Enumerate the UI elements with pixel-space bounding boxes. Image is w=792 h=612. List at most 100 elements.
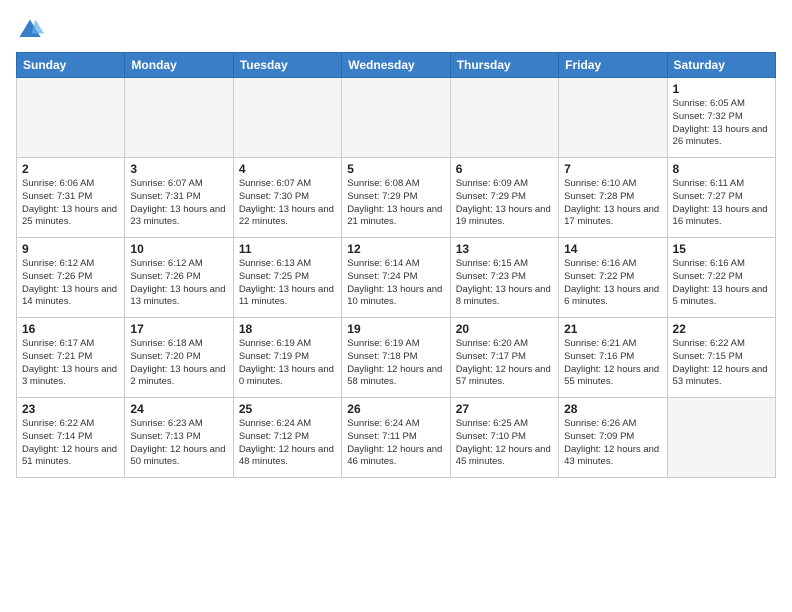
day-number: 2 [22, 162, 119, 176]
day-number: 10 [130, 242, 227, 256]
calendar-cell: 23 Sunrise: 6:22 AM Sunset: 7:14 PM Dayli… [17, 398, 125, 478]
logo [16, 16, 48, 44]
day-number: 27 [456, 402, 553, 416]
calendar-cell [125, 78, 233, 158]
weekday-header-wednesday: Wednesday [342, 53, 450, 78]
calendar-cell: 8 Sunrise: 6:11 AM Sunset: 7:27 PM Daylig… [667, 158, 775, 238]
day-number: 1 [673, 82, 770, 96]
calendar-cell: 7 Sunrise: 6:10 AM Sunset: 7:28 PM Daylig… [559, 158, 667, 238]
day-info: Sunrise: 6:22 AM Sunset: 7:14 PM Dayligh… [22, 418, 119, 469]
calendar-cell: 27 Sunrise: 6:25 AM Sunset: 7:10 PM Dayli… [450, 398, 558, 478]
day-number: 28 [564, 402, 661, 416]
day-info: Sunrise: 6:08 AM Sunset: 7:29 PM Dayligh… [347, 178, 444, 229]
calendar-cell: 5 Sunrise: 6:08 AM Sunset: 7:29 PM Daylig… [342, 158, 450, 238]
calendar-cell: 2 Sunrise: 6:06 AM Sunset: 7:31 PM Daylig… [17, 158, 125, 238]
day-info: Sunrise: 6:23 AM Sunset: 7:13 PM Dayligh… [130, 418, 227, 469]
calendar-cell: 14Sunrise: 6:16 AM Sunset: 7:22 PM Dayli… [559, 238, 667, 318]
day-number: 13 [456, 242, 553, 256]
day-number: 4 [239, 162, 336, 176]
day-number: 25 [239, 402, 336, 416]
day-number: 8 [673, 162, 770, 176]
day-info: Sunrise: 6:10 AM Sunset: 7:28 PM Dayligh… [564, 178, 661, 229]
calendar-cell: 4 Sunrise: 6:07 AM Sunset: 7:30 PM Daylig… [233, 158, 341, 238]
day-number: 22 [673, 322, 770, 336]
day-number: 18 [239, 322, 336, 336]
day-number: 5 [347, 162, 444, 176]
calendar-week-2: 2 Sunrise: 6:06 AM Sunset: 7:31 PM Daylig… [17, 158, 776, 238]
day-info: Sunrise: 6:12 AM Sunset: 7:26 PM Dayligh… [22, 258, 119, 309]
calendar-week-1: 1 Sunrise: 6:05 AM Sunset: 7:32 PM Daylig… [17, 78, 776, 158]
calendar-cell [450, 78, 558, 158]
day-info: Sunrise: 6:18 AM Sunset: 7:20 PM Dayligh… [130, 338, 227, 389]
weekday-header-friday: Friday [559, 53, 667, 78]
day-number: 3 [130, 162, 227, 176]
calendar-cell: 26 Sunrise: 6:24 AM Sunset: 7:11 PM Dayli… [342, 398, 450, 478]
calendar-cell: 28 Sunrise: 6:26 AM Sunset: 7:09 PM Dayli… [559, 398, 667, 478]
calendar-cell [667, 398, 775, 478]
day-info: Sunrise: 6:24 AM Sunset: 7:12 PM Dayligh… [239, 418, 336, 469]
day-number: 20 [456, 322, 553, 336]
calendar-week-4: 16 Sunrise: 6:17 AM Sunset: 7:21 PM Dayli… [17, 318, 776, 398]
calendar-cell: 6 Sunrise: 6:09 AM Sunset: 7:29 PM Daylig… [450, 158, 558, 238]
day-info: Sunrise: 6:16 AM Sunset: 7:22 PM Dayligh… [673, 258, 770, 309]
day-info: Sunrise: 6:22 AM Sunset: 7:15 PM Dayligh… [673, 338, 770, 389]
calendar-cell [342, 78, 450, 158]
weekday-header-monday: Monday [125, 53, 233, 78]
day-info: Sunrise: 6:26 AM Sunset: 7:09 PM Dayligh… [564, 418, 661, 469]
calendar-body: 1 Sunrise: 6:05 AM Sunset: 7:32 PM Daylig… [17, 78, 776, 478]
day-info: Sunrise: 6:25 AM Sunset: 7:10 PM Dayligh… [456, 418, 553, 469]
day-info: Sunrise: 6:06 AM Sunset: 7:31 PM Dayligh… [22, 178, 119, 229]
calendar-cell: 25 Sunrise: 6:24 AM Sunset: 7:12 PM Dayli… [233, 398, 341, 478]
day-number: 6 [456, 162, 553, 176]
weekday-header-sunday: Sunday [17, 53, 125, 78]
day-number: 11 [239, 242, 336, 256]
day-number: 16 [22, 322, 119, 336]
calendar-cell: 10 Sunrise: 6:12 AM Sunset: 7:26 PM Dayli… [125, 238, 233, 318]
calendar-cell: 24 Sunrise: 6:23 AM Sunset: 7:13 PM Dayli… [125, 398, 233, 478]
day-info: Sunrise: 6:05 AM Sunset: 7:32 PM Dayligh… [673, 98, 770, 149]
calendar-cell [559, 78, 667, 158]
calendar-cell: 18Sunrise: 6:19 AM Sunset: 7:19 PM Dayli… [233, 318, 341, 398]
day-number: 24 [130, 402, 227, 416]
calendar-cell [233, 78, 341, 158]
day-info: Sunrise: 6:11 AM Sunset: 7:27 PM Dayligh… [673, 178, 770, 229]
day-number: 9 [22, 242, 119, 256]
day-info: Sunrise: 6:13 AM Sunset: 7:25 PM Dayligh… [239, 258, 336, 309]
day-number: 14 [564, 242, 661, 256]
calendar-cell: 17 Sunrise: 6:18 AM Sunset: 7:20 PM Dayli… [125, 318, 233, 398]
calendar-cell: 9 Sunrise: 6:12 AM Sunset: 7:26 PM Daylig… [17, 238, 125, 318]
day-info: Sunrise: 6:12 AM Sunset: 7:26 PM Dayligh… [130, 258, 227, 309]
day-info: Sunrise: 6:17 AM Sunset: 7:21 PM Dayligh… [22, 338, 119, 389]
calendar-cell: 12 Sunrise: 6:14 AM Sunset: 7:24 PM Dayli… [342, 238, 450, 318]
day-number: 23 [22, 402, 119, 416]
logo-icon [16, 16, 44, 44]
day-number: 19 [347, 322, 444, 336]
day-info: Sunrise: 6:09 AM Sunset: 7:29 PM Dayligh… [456, 178, 553, 229]
day-info: Sunrise: 6:07 AM Sunset: 7:30 PM Dayligh… [239, 178, 336, 229]
calendar-cell [17, 78, 125, 158]
calendar-table: SundayMondayTuesdayWednesdayThursdayFrid… [16, 52, 776, 478]
day-number: 17 [130, 322, 227, 336]
day-info: Sunrise: 6:21 AM Sunset: 7:16 PM Dayligh… [564, 338, 661, 389]
calendar-cell: 1 Sunrise: 6:05 AM Sunset: 7:32 PM Daylig… [667, 78, 775, 158]
calendar-cell: 20Sunrise: 6:20 AM Sunset: 7:17 PM Dayli… [450, 318, 558, 398]
calendar-cell: 19Sunrise: 6:19 AM Sunset: 7:18 PM Dayli… [342, 318, 450, 398]
weekday-header-row: SundayMondayTuesdayWednesdayThursdayFrid… [17, 53, 776, 78]
weekday-header-saturday: Saturday [667, 53, 775, 78]
calendar-cell: 3 Sunrise: 6:07 AM Sunset: 7:31 PM Daylig… [125, 158, 233, 238]
day-number: 26 [347, 402, 444, 416]
calendar-cell: 16 Sunrise: 6:17 AM Sunset: 7:21 PM Dayli… [17, 318, 125, 398]
day-info: Sunrise: 6:24 AM Sunset: 7:11 PM Dayligh… [347, 418, 444, 469]
day-number: 7 [564, 162, 661, 176]
day-info: Sunrise: 6:14 AM Sunset: 7:24 PM Dayligh… [347, 258, 444, 309]
day-info: Sunrise: 6:07 AM Sunset: 7:31 PM Dayligh… [130, 178, 227, 229]
weekday-header-thursday: Thursday [450, 53, 558, 78]
day-number: 15 [673, 242, 770, 256]
calendar-cell: 15 Sunrise: 6:16 AM Sunset: 7:22 PM Dayli… [667, 238, 775, 318]
calendar-cell: 13 Sunrise: 6:15 AM Sunset: 7:23 PM Dayli… [450, 238, 558, 318]
calendar-week-5: 23 Sunrise: 6:22 AM Sunset: 7:14 PM Dayli… [17, 398, 776, 478]
calendar-cell: 11 Sunrise: 6:13 AM Sunset: 7:25 PM Dayli… [233, 238, 341, 318]
page-header [16, 16, 776, 44]
day-info: Sunrise: 6:15 AM Sunset: 7:23 PM Dayligh… [456, 258, 553, 309]
day-number: 12 [347, 242, 444, 256]
